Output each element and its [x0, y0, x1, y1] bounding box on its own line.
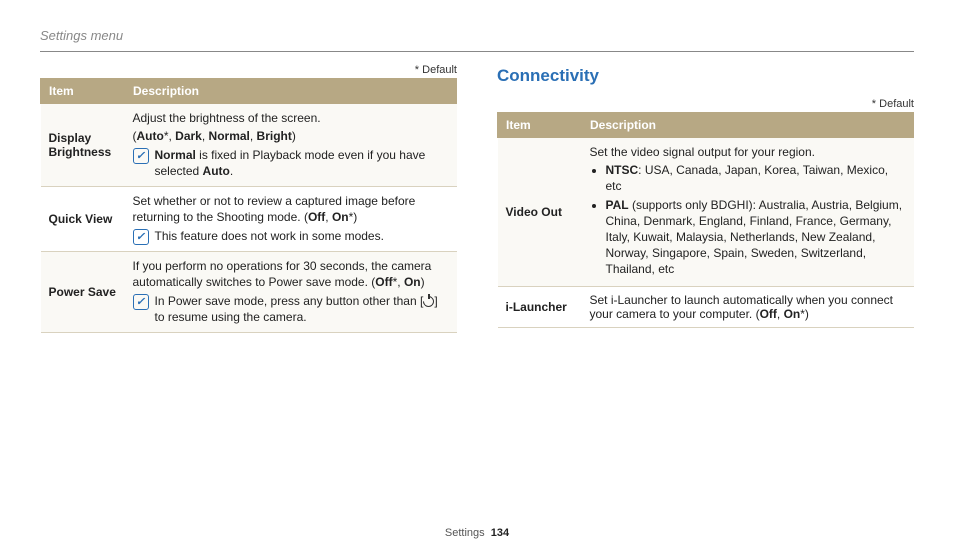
left-column: * Default Item Description Display Brigh… — [40, 52, 457, 333]
settings-table-right: Item Description Video Out Set the video… — [497, 112, 914, 328]
default-marker-right: * Default — [497, 98, 914, 110]
col-header-item: Item — [498, 113, 582, 138]
col-header-description: Description — [582, 113, 914, 138]
table-row: Power Save If you perform no operations … — [41, 251, 457, 332]
col-header-item: Item — [41, 79, 125, 104]
item-video-out: Video Out — [498, 138, 582, 287]
page-footer: Settings 134 — [0, 527, 954, 539]
settings-table-left: Item Description Display Brightness Adju… — [40, 78, 457, 333]
note-icon: ✓ — [133, 294, 149, 310]
power-icon — [423, 295, 434, 306]
default-marker-left: * Default — [40, 64, 457, 76]
item-quick-view: Quick View — [41, 186, 125, 251]
table-row: i-Launcher Set i-Launcher to launch auto… — [498, 286, 914, 327]
section-heading-connectivity: Connectivity — [497, 66, 914, 86]
note-icon: ✓ — [133, 148, 149, 164]
right-column: Connectivity * Default Item Description … — [497, 52, 914, 333]
item-power-save: Power Save — [41, 251, 125, 332]
col-header-description: Description — [125, 79, 457, 104]
item-i-launcher: i-Launcher — [498, 286, 582, 327]
desc-quick-view: Set whether or not to review a captured … — [125, 186, 457, 251]
table-row: Quick View Set whether or not to review … — [41, 186, 457, 251]
table-row: Display Brightness Adjust the brightness… — [41, 104, 457, 187]
table-row: Video Out Set the video signal output fo… — [498, 138, 914, 287]
desc-display-brightness: Adjust the brightness of the screen. (Au… — [125, 104, 457, 187]
desc-i-launcher: Set i-Launcher to launch automatically w… — [582, 286, 914, 327]
desc-power-save: If you perform no operations for 30 seco… — [125, 251, 457, 332]
item-display-brightness: Display Brightness — [41, 104, 125, 187]
page-title: Settings menu — [0, 0, 954, 51]
note-icon: ✓ — [133, 229, 149, 245]
desc-video-out: Set the video signal output for your reg… — [582, 138, 914, 287]
